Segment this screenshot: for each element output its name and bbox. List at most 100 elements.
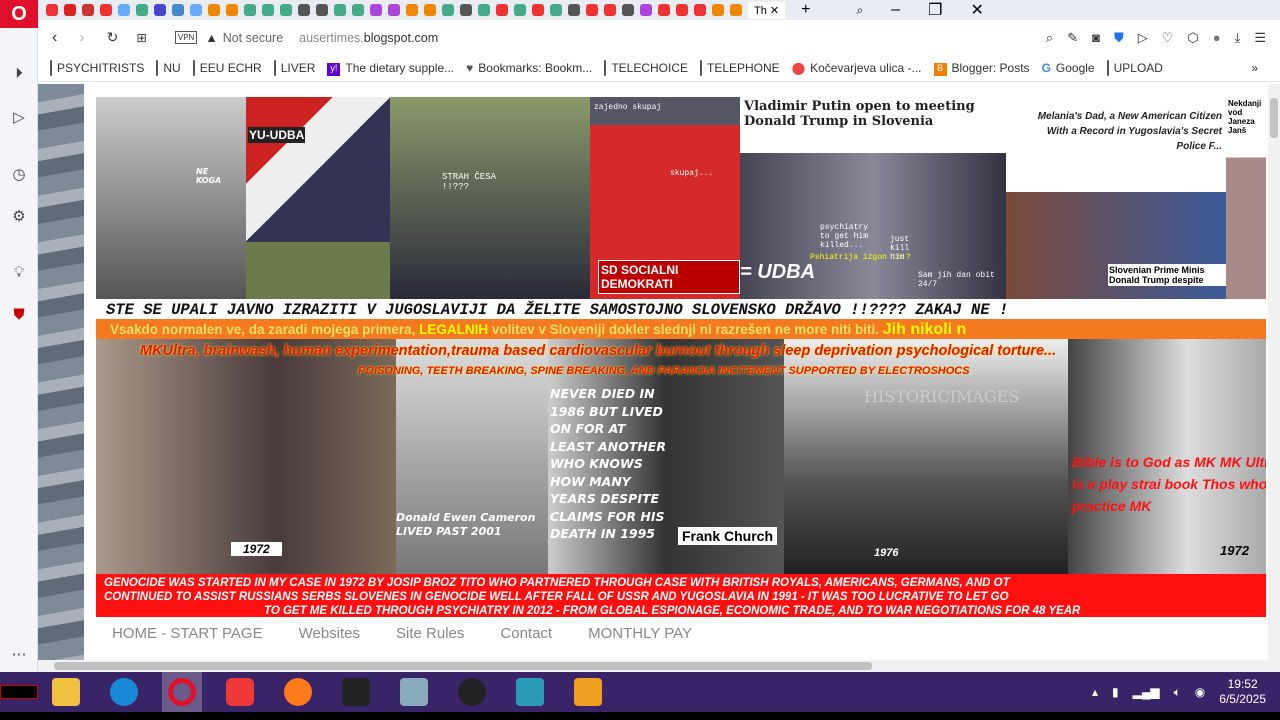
lightbulb-icon[interactable]: 💡︎ <box>9 264 29 284</box>
edit-icon[interactable]: ✎ <box>1067 30 1078 46</box>
warning-icon[interactable]: ▲ <box>205 31 217 45</box>
history-icon[interactable]: ◷ <box>9 165 29 185</box>
taskbar-opera[interactable] <box>162 672 202 712</box>
taskbar-video[interactable] <box>510 672 550 712</box>
security-label[interactable]: Not secure <box>223 31 283 45</box>
active-tab[interactable]: Th ✕ <box>748 1 786 19</box>
url-field[interactable]: ausertimes.blogspot.com <box>299 31 438 45</box>
taskbar-vivaldi[interactable] <box>220 672 260 712</box>
taskbar-edge[interactable] <box>104 672 144 712</box>
bookmarks-overflow-icon[interactable]: » <box>1251 61 1258 75</box>
tab-favicon[interactable] <box>136 4 148 16</box>
tab-favicon[interactable] <box>226 4 238 16</box>
tab-favicon[interactable] <box>712 4 724 16</box>
tab-favicon[interactable] <box>262 4 274 16</box>
close-window-icon[interactable]: ✕ <box>970 0 983 20</box>
forward-icon[interactable]: › <box>79 29 84 47</box>
close-tab-icon[interactable]: ✕ <box>770 5 779 17</box>
tray-overflow-icon[interactable]: ▴ <box>1092 685 1098 699</box>
profile-icon[interactable]: ● <box>1213 30 1221 46</box>
tab-favicon[interactable] <box>694 4 706 16</box>
battery-icon[interactable]: ▮ <box>1112 685 1119 699</box>
tab-favicon[interactable] <box>532 4 544 16</box>
tab-favicon[interactable] <box>550 4 562 16</box>
bookmark-item[interactable]: LIVER <box>273 60 315 76</box>
bookmark-item[interactable]: UPLOAD <box>1106 60 1163 76</box>
heart-icon[interactable]: ♡ <box>1162 30 1174 46</box>
extensions-icon[interactable]: ⬡ <box>1187 30 1198 46</box>
tab-favicon[interactable] <box>406 4 418 16</box>
nav-site-rules[interactable]: Site Rules <box>396 625 464 642</box>
taskbar-explorer[interactable] <box>46 672 86 712</box>
tab-favicon[interactable] <box>622 4 634 16</box>
taskbar-obs[interactable] <box>452 672 492 712</box>
nav-home[interactable]: HOME - START PAGE <box>112 625 263 642</box>
settings-icon[interactable]: ⚙ <box>9 207 29 227</box>
nav-websites[interactable]: Websites <box>299 625 360 642</box>
taskbar-firefox[interactable] <box>278 672 318 712</box>
vertical-scrollbar[interactable] <box>1268 84 1280 660</box>
maximize-icon[interactable]: ❐ <box>928 0 942 20</box>
tab-favicon[interactable] <box>100 4 112 16</box>
opera-logo-icon[interactable]: O <box>0 0 38 28</box>
tab-favicon[interactable] <box>208 4 220 16</box>
tab-favicon[interactable] <box>64 4 76 16</box>
horizontal-scrollbar[interactable] <box>38 660 1280 672</box>
tabs-grid-icon[interactable]: ⊞ <box>136 30 146 45</box>
zoom-icon[interactable]: ⌕ <box>1046 30 1053 46</box>
clock-app-icon[interactable]: ◉ <box>1195 685 1205 699</box>
send-icon[interactable]: ▷ <box>9 108 29 128</box>
tab-favicon[interactable] <box>190 4 202 16</box>
tab-favicon[interactable] <box>118 4 130 16</box>
bookmark-item[interactable]: TELEPHONE <box>700 60 780 76</box>
bookmark-item[interactable]: EEU ECHR <box>192 60 262 76</box>
volume-icon[interactable]: 🔈︎ <box>1174 685 1181 700</box>
ublock-icon[interactable]: ⛊ <box>9 306 29 326</box>
network-icon[interactable]: ▂▄▆ <box>1133 685 1160 699</box>
bookmark-item[interactable]: TELECHOICE <box>604 60 688 76</box>
tab-favicon[interactable] <box>298 4 310 16</box>
easy-setup-icon[interactable]: ☰ <box>1254 30 1266 46</box>
tab-favicon[interactable] <box>82 4 94 16</box>
shield-icon[interactable]: ⛊ <box>1114 30 1124 46</box>
download-icon[interactable]: ⤓ <box>1235 30 1241 46</box>
tab-favicon[interactable] <box>496 4 508 16</box>
tab-favicon[interactable] <box>568 4 580 16</box>
reload-icon[interactable]: ↻ <box>107 29 119 46</box>
bookmark-item[interactable]: G Google <box>1042 61 1095 75</box>
clock[interactable]: 19:52 6/5/2025 <box>1219 677 1266 707</box>
new-tab-icon[interactable]: + <box>801 1 810 19</box>
bookmark-item[interactable]: PSYCHITRISTS <box>50 60 144 76</box>
tab-favicon[interactable] <box>244 4 256 16</box>
nav-monthly-pay[interactable]: MONTHLY PAY <box>588 625 692 642</box>
tab-favicon[interactable] <box>658 4 670 16</box>
tab-favicon[interactable] <box>370 4 382 16</box>
player-icon[interactable]: ⏵ <box>9 65 29 85</box>
tab-favicon[interactable] <box>424 4 436 16</box>
minimize-icon[interactable]: – <box>891 1 900 19</box>
search-tabs-icon[interactable]: ⌕ <box>856 3 863 18</box>
tab-favicon[interactable] <box>46 4 58 16</box>
nav-contact[interactable]: Contact <box>500 625 552 642</box>
vpn-badge[interactable]: VPN <box>174 31 198 44</box>
tab-favicon[interactable] <box>154 4 166 16</box>
taskbar-player[interactable] <box>568 672 608 712</box>
tab-favicon[interactable] <box>586 4 598 16</box>
tab-favicon[interactable] <box>604 4 616 16</box>
bookmark-item[interactable]: ♥ Bookmarks: Bookm... <box>466 61 592 75</box>
back-icon[interactable]: ‹ <box>52 29 57 47</box>
taskbar-audio[interactable] <box>336 672 376 712</box>
tab-favicon[interactable] <box>352 4 364 16</box>
start-icon[interactable] <box>0 685 38 699</box>
tab-favicon[interactable] <box>334 4 346 16</box>
tab-favicon[interactable] <box>730 4 742 16</box>
tab-favicon[interactable] <box>460 4 472 16</box>
bookmark-item[interactable]: ⬤ Kočevarjeva ulica -... <box>792 61 922 75</box>
tab-favicon[interactable] <box>478 4 490 16</box>
bookmark-item[interactable]: y! The dietary supple... <box>327 60 454 76</box>
tab-favicon[interactable] <box>388 4 400 16</box>
more-icon[interactable]: ⋯ <box>9 645 29 665</box>
tab-favicon[interactable] <box>514 4 526 16</box>
tab-favicon[interactable] <box>676 4 688 16</box>
tab-favicon[interactable] <box>280 4 292 16</box>
